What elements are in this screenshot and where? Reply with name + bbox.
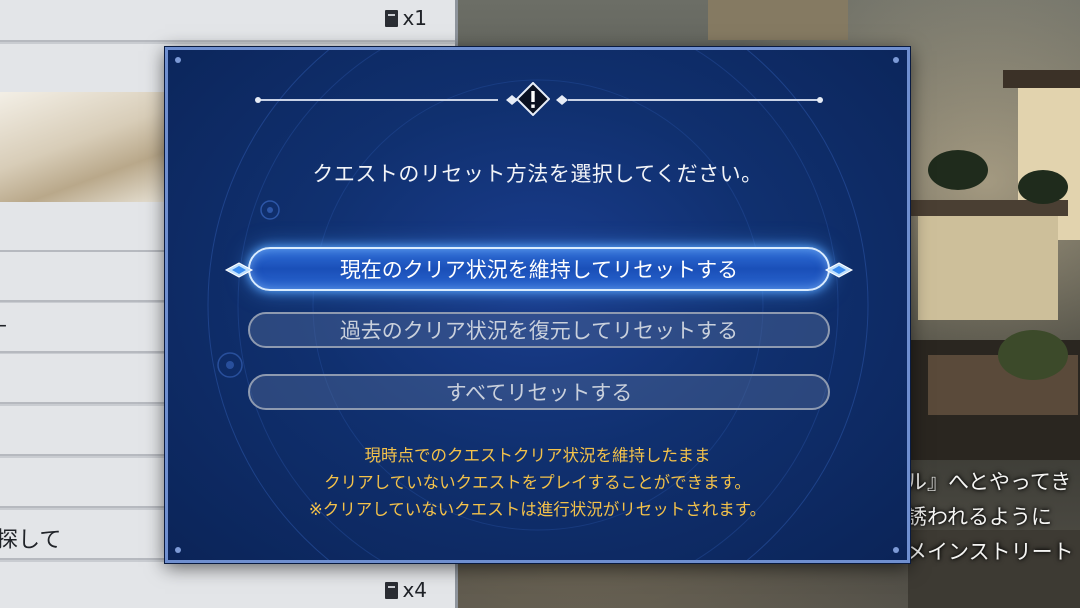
- list-item-label: –: [0, 313, 7, 338]
- item-count: x1: [385, 6, 427, 30]
- story-text-line: メインストリート: [906, 540, 1074, 564]
- story-text-line: ル』へとやってき: [906, 470, 1072, 494]
- list-item[interactable]: x4: [0, 562, 455, 608]
- reset-keep-current-button[interactable]: 現在のクリア状況を維持してリセットする: [248, 247, 830, 291]
- reset-all-button[interactable]: すべてリセットする: [248, 374, 830, 410]
- reset-quest-dialog: クエストのリセット方法を選択してください。 現在のクリア状況を維持してリセットす…: [165, 47, 910, 563]
- description-line: クリアしていないクエストをプレイすることができます。: [324, 473, 751, 492]
- list-item-label: 探して: [0, 528, 62, 553]
- description-line: ※クリアしていないクエストは進行状況がリセットされます。: [308, 500, 767, 519]
- description-line: 現時点でのクエストクリア状況を維持したまま: [364, 446, 711, 465]
- item-count: x4: [385, 578, 427, 602]
- reset-restore-past-button[interactable]: 過去のクリア状況を復元してリセットする: [248, 312, 830, 348]
- story-text-line: 誘われるように: [906, 505, 1052, 529]
- list-item[interactable]: x1: [0, 0, 455, 42]
- option-label: 現在のクリア状況を維持してリセットする: [339, 258, 739, 282]
- exclamation-icon: [516, 82, 550, 116]
- option-label: 過去のクリア状況を復元してリセットする: [339, 319, 739, 343]
- book-icon: [385, 581, 399, 599]
- option-description: 現時点でのクエストクリア状況を維持したまま クリアしていないクエストをプレイする…: [168, 442, 907, 523]
- option-label: すべてリセットする: [445, 381, 633, 405]
- dialog-title: クエストのリセット方法を選択してください。: [312, 162, 763, 186]
- book-icon: [385, 9, 399, 27]
- selection-right-gem-icon: [824, 262, 854, 278]
- quest-thumbnail: [0, 92, 170, 202]
- selection-left-gem-icon: [224, 262, 254, 278]
